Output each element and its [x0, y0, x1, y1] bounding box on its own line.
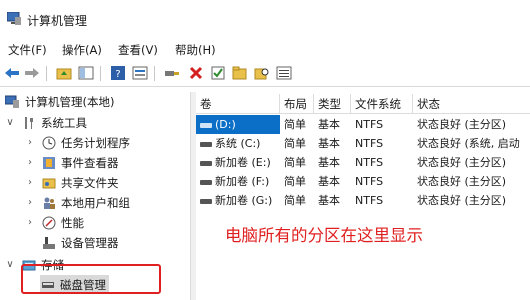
forward-arrow-icon[interactable] — [24, 65, 40, 81]
status-cell: 状态良好 (主分区) — [417, 118, 507, 131]
volume-cell[interactable]: 新加卷 (E:) — [196, 153, 280, 172]
tree-label-root: 计算机管理(本地) — [25, 94, 115, 109]
list-view-icon[interactable] — [276, 65, 292, 81]
layout-cell: 简单 — [284, 175, 306, 188]
tree-item-system-tools[interactable]: ∨ 系统工具 — [5, 113, 87, 132]
connect-icon[interactable] — [164, 65, 180, 81]
properties-icon[interactable] — [132, 65, 148, 81]
filesystem-cell: NTFS — [355, 156, 384, 169]
tree-item-shared-folders[interactable]: › 共享文件夹 — [25, 173, 119, 192]
column-header-volume[interactable]: 卷 — [196, 94, 280, 114]
tree-label-event-viewer: 事件查看器 — [61, 155, 119, 170]
volume-icon — [200, 179, 212, 185]
tree-label-device-manager: 设备管理器 — [61, 235, 119, 250]
column-header-status[interactable]: 状态 — [413, 94, 530, 114]
volume-cell[interactable]: 新加卷 (F:) — [196, 172, 280, 191]
highlight-box — [21, 264, 161, 294]
tools-icon — [21, 115, 36, 130]
volume-cell[interactable]: 新加卷 (G:) — [196, 191, 280, 210]
tree-item-task-scheduler[interactable]: › 任务计划程序 — [25, 133, 130, 152]
chevron-down-icon[interactable]: ∨ — [5, 117, 15, 128]
filesystem-cell: NTFS — [355, 118, 384, 131]
back-arrow-icon[interactable] — [4, 65, 20, 81]
column-header-filesystem[interactable]: 文件系统 — [351, 94, 413, 114]
shared-folder-icon — [41, 175, 56, 190]
up-folder-icon[interactable] — [56, 65, 72, 81]
volume-table: 卷 布局 类型 文件系统 状态 (D:) 简单 基本 NTFS 状态良好 (主分… — [196, 94, 530, 300]
event-log-icon — [41, 155, 56, 170]
users-icon — [41, 195, 56, 210]
type-cell: 基本 — [318, 194, 340, 207]
title-bar: 计算机管理 — [0, 0, 530, 34]
computer-management-icon — [6, 11, 21, 25]
status-cell: 状态良好 (主分区) — [417, 156, 507, 169]
chevron-down-icon[interactable]: ∨ — [5, 259, 15, 270]
folder-icon[interactable] — [232, 65, 248, 81]
layout-cell: 简单 — [284, 194, 306, 207]
chevron-right-icon[interactable]: › — [25, 177, 35, 188]
tree-item-performance[interactable]: › 性能 — [25, 213, 84, 232]
tree-item-device-manager[interactable]: 设备管理器 — [41, 233, 119, 252]
menu-action[interactable]: 操作(A) — [62, 42, 102, 58]
filesystem-cell: NTFS — [355, 194, 384, 207]
type-cell: 基本 — [318, 137, 340, 150]
delete-icon[interactable] — [188, 65, 204, 81]
chevron-right-icon[interactable]: › — [25, 137, 35, 148]
tree-label-local-users: 本地用户和组 — [61, 195, 130, 210]
chevron-right-icon[interactable]: › — [25, 197, 35, 208]
filesystem-cell: NTFS — [355, 175, 384, 188]
annotation-text: 电脑所有的分区在这里显示 — [225, 226, 423, 245]
search-folder-icon[interactable] — [254, 65, 270, 81]
tree-item-root[interactable]: 计算机管理(本地) — [5, 92, 114, 111]
chevron-right-icon[interactable]: › — [25, 217, 35, 228]
status-cell: 状态良好 (系统, 启动 — [417, 137, 520, 150]
check-icon[interactable] — [210, 65, 226, 81]
window-title: 计算机管理 — [27, 14, 88, 28]
tree-label-system-tools: 系统工具 — [41, 115, 87, 130]
svg-text:?: ? — [115, 69, 120, 80]
toolbar: ? — [0, 62, 530, 87]
filesystem-cell: NTFS — [355, 137, 384, 150]
volume-cell[interactable]: (D:) — [196, 115, 280, 134]
status-cell: 状态良好 (主分区) — [417, 175, 507, 188]
tree-item-local-users[interactable]: › 本地用户和组 — [25, 193, 130, 212]
volume-icon — [200, 122, 212, 128]
layout-cell: 简单 — [284, 118, 306, 131]
type-cell: 基本 — [318, 118, 340, 131]
volume-cell[interactable]: 系统 (C:) — [196, 134, 280, 153]
type-cell: 基本 — [318, 156, 340, 169]
tree-label-task-scheduler: 任务计划程序 — [61, 135, 130, 150]
menu-bar: 文件(F) 操作(A) 查看(V) 帮助(H) — [0, 38, 530, 60]
show-hide-tree-icon[interactable] — [78, 65, 94, 81]
volume-icon — [200, 160, 212, 166]
help-icon[interactable]: ? — [110, 65, 126, 81]
tree-label-performance: 性能 — [61, 215, 84, 230]
volume-icon — [200, 141, 212, 147]
menu-view[interactable]: 查看(V) — [118, 42, 158, 58]
chevron-right-icon[interactable]: › — [25, 157, 35, 168]
tree-label-shared-folders: 共享文件夹 — [61, 175, 119, 190]
column-header-layout[interactable]: 布局 — [280, 94, 314, 114]
menu-help[interactable]: 帮助(H) — [175, 42, 216, 58]
column-header-type[interactable]: 类型 — [314, 94, 351, 114]
menu-file[interactable]: 文件(F) — [8, 42, 47, 58]
layout-cell: 简单 — [284, 137, 306, 150]
volume-icon — [200, 198, 212, 204]
layout-cell: 简单 — [284, 156, 306, 169]
tree-item-event-viewer[interactable]: › 事件查看器 — [25, 153, 119, 172]
device-manager-icon — [41, 235, 56, 250]
status-cell: 状态良好 (主分区) — [417, 194, 507, 207]
performance-icon — [41, 215, 56, 230]
computer-management-icon — [5, 94, 20, 109]
clock-icon — [41, 135, 56, 150]
type-cell: 基本 — [318, 175, 340, 188]
